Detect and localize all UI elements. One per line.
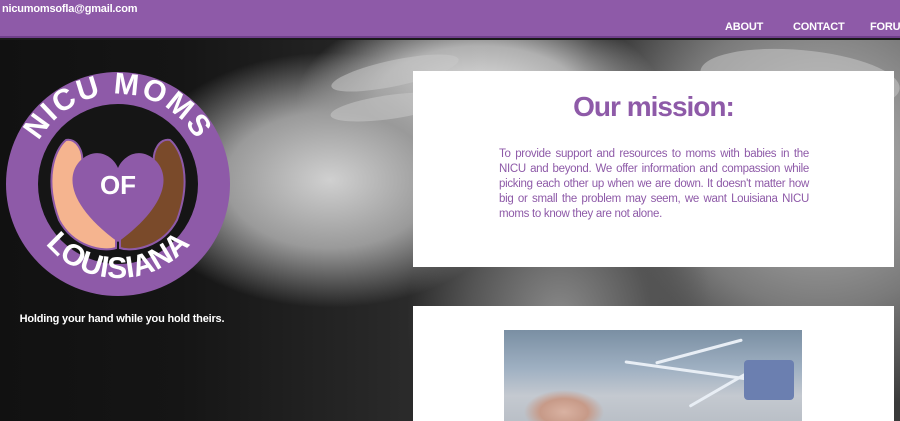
logo-middle-text: OF [100,170,136,200]
mission-text: To provide support and resources to moms… [499,148,809,220]
nav-about[interactable]: ABOUT [725,21,763,33]
medical-tube [655,338,743,365]
contact-email[interactable]: nicumomsofla@gmail.com [2,3,137,15]
nav-forum[interactable]: FORUM [870,21,900,33]
medical-tube [624,360,764,383]
mission-title: Our mission: [573,91,735,122]
nicu-moms-logo: NICU MOMS OF LOUISIANA [6,70,230,296]
nav-contact[interactable]: CONTACT [793,21,845,33]
nicu-baby-photo [504,330,802,421]
photo-card [413,306,894,421]
tagline: Holding your hand while you hold theirs. [19,313,225,325]
top-bar: nicumomsofla@gmail.com ABOUT CONTACT FOR… [0,0,900,38]
medical-device [744,360,794,400]
mission-card: Our mission: To provide support and reso… [413,71,894,267]
